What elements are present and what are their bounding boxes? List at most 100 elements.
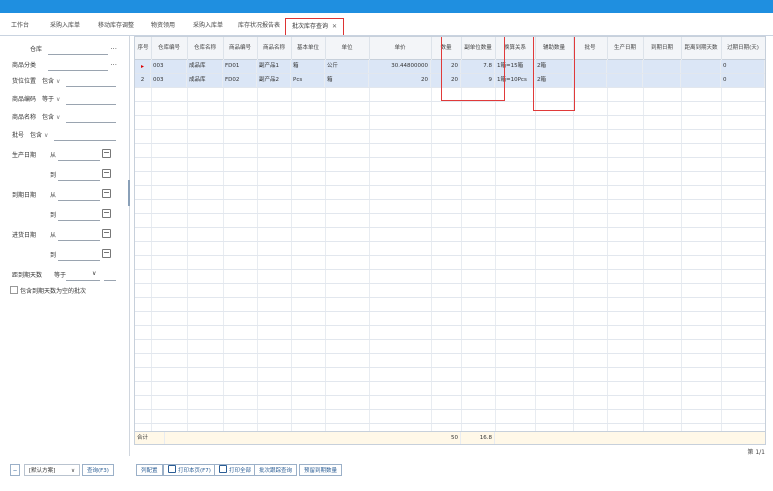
filter-warehouse: 仓库 ... — [0, 42, 129, 56]
column-header[interactable]: 单位 — [325, 37, 370, 59]
date-input[interactable] — [58, 200, 100, 201]
table-cell[interactable]: 20 — [369, 74, 431, 87]
column-header[interactable]: 商品编号 — [223, 37, 258, 59]
panel-splitter-handle[interactable] — [128, 180, 130, 206]
batch-input[interactable] — [54, 140, 116, 141]
filter-include-empty: 包含到期天数为空的批次 — [0, 284, 129, 298]
query-button[interactable]: 查询(F3) — [82, 464, 114, 476]
date-input[interactable] — [58, 240, 100, 241]
from-label: 从 — [50, 192, 57, 199]
tab-batch-stock-query[interactable]: 批次库存查询 ✕ — [285, 18, 345, 35]
scheme-select[interactable]: [默认方案] ∨ — [24, 464, 80, 476]
table-cell[interactable] — [573, 60, 607, 73]
calendar-icon[interactable] — [102, 209, 111, 218]
chevron-down-icon: ∨ — [56, 96, 61, 103]
table-cell[interactable]: FD01 — [223, 60, 257, 73]
collapse-button[interactable]: − — [10, 464, 20, 476]
table-cell[interactable]: 成品库 — [187, 60, 223, 73]
column-header[interactable]: 单价 — [369, 37, 432, 59]
product-code-input[interactable] — [66, 104, 116, 105]
include-empty-checkbox[interactable] — [10, 286, 18, 294]
tab-stock-report[interactable]: 库存状况报告表 — [238, 18, 280, 34]
tab-purchase-inbound[interactable]: 采购入库单 — [50, 18, 80, 34]
operator-select[interactable]: 包含 ∨ — [30, 130, 48, 139]
calendar-icon[interactable] — [102, 169, 111, 178]
table-cell[interactable]: 副产品1 — [257, 60, 291, 73]
table-cell[interactable]: 箱 — [325, 74, 369, 87]
days-value-input[interactable] — [104, 280, 116, 281]
calendar-icon[interactable] — [102, 149, 111, 158]
table-cell[interactable]: 003 — [151, 60, 187, 73]
table-cell[interactable]: 成品库 — [187, 74, 223, 87]
date-input[interactable] — [58, 180, 100, 181]
table-cell[interactable]: 30.44800000 — [369, 60, 431, 73]
table-cell[interactable] — [643, 74, 681, 87]
product-name-input[interactable] — [66, 122, 116, 123]
filter-expiry-to: 到 — [0, 208, 129, 222]
table-cell[interactable] — [573, 74, 607, 87]
chevron-down-icon: ∨ — [56, 78, 61, 85]
calendar-icon[interactable] — [102, 229, 111, 238]
filter-location: 货位位置 包含 ∨ — [0, 74, 129, 88]
operator-select[interactable]: 包含 ∨ — [42, 76, 60, 85]
checkbox-label: 包含到期天数为空的批次 — [20, 288, 87, 295]
reserve-qty-button[interactable]: 预留到期数量 — [299, 464, 343, 476]
filter-remaining-days: 距到期天数 等于 ∨ — [0, 268, 129, 282]
column-header[interactable]: 商品名称 — [257, 37, 292, 59]
column-header[interactable]: 仓库名称 — [187, 37, 224, 59]
table-cell[interactable]: 003 — [151, 74, 187, 87]
tab-purchase-inbound-2[interactable]: 采购入库单 — [193, 18, 223, 34]
print-all-button[interactable]: 打印全部 — [214, 464, 257, 476]
days-input[interactable] — [66, 280, 100, 281]
table-cell[interactable] — [681, 74, 721, 87]
filter-production-date-from: 生产日期 从 — [0, 148, 129, 162]
close-icon[interactable]: ✕ — [332, 23, 337, 30]
filter-production-date-to: 到 — [0, 168, 129, 182]
filter-product-name: 商品名称 包含 ∨ — [0, 110, 129, 124]
tab-workbench[interactable]: 工作台 — [11, 18, 29, 34]
table-cell[interactable] — [681, 60, 721, 73]
date-input[interactable] — [58, 160, 100, 161]
batch-trace-button[interactable]: 批次跟踪查询 — [254, 464, 298, 476]
column-config-button[interactable]: 列配置 — [136, 464, 163, 476]
column-header[interactable]: 生产日期 — [607, 37, 644, 59]
date-input[interactable] — [58, 260, 100, 261]
operator-select[interactable]: 等于 — [54, 270, 66, 279]
table-cell[interactable] — [607, 60, 643, 73]
lookup-icon[interactable]: ... — [110, 43, 117, 51]
operator-select[interactable]: 等于 ∨ — [42, 94, 60, 103]
tab-stock-adjust[interactable]: 移动库存调整 — [98, 18, 134, 34]
table-cell[interactable]: 0 — [721, 74, 765, 87]
table-cell[interactable]: 副产品2 — [257, 74, 291, 87]
print-page-button[interactable]: 打印本页(F7) — [163, 464, 216, 476]
column-header[interactable]: 批号 — [573, 37, 608, 59]
column-header[interactable]: 距离到期天数 — [681, 37, 722, 59]
chevron-down-icon: ∨ — [56, 114, 61, 121]
lookup-icon[interactable]: ... — [110, 59, 117, 67]
operator-select[interactable]: 包含 ∨ — [42, 112, 60, 121]
table-cell[interactable]: 箱 — [291, 60, 325, 73]
table-cell[interactable]: Pcs — [291, 74, 325, 87]
filter-label: 距到期天数 — [12, 272, 43, 279]
warehouse-input[interactable] — [48, 54, 108, 55]
column-header[interactable]: 过期日期(天) — [721, 37, 765, 59]
table-cell[interactable] — [643, 60, 681, 73]
date-input[interactable] — [58, 220, 100, 221]
column-header[interactable]: 仓库编号 — [151, 37, 188, 59]
table-cell[interactable]: FD02 — [223, 74, 257, 87]
column-header[interactable]: 序号 — [135, 37, 152, 59]
column-header[interactable]: 基本单位 — [291, 37, 326, 59]
chevron-down-icon[interactable]: ∨ — [92, 270, 96, 277]
table-cell[interactable] — [607, 74, 643, 87]
sum-qty: 50 — [431, 432, 461, 444]
location-input[interactable] — [66, 86, 116, 87]
column-header[interactable]: 到期日期 — [643, 37, 682, 59]
calendar-icon[interactable] — [102, 189, 111, 198]
tab-material-use[interactable]: 物资领用 — [151, 18, 175, 34]
calendar-icon[interactable] — [102, 249, 111, 258]
table-cell[interactable]: 0 — [721, 60, 765, 73]
table-cell[interactable]: 公斤 — [325, 60, 369, 73]
sum-label: 合计 — [135, 432, 165, 444]
category-input[interactable] — [48, 70, 108, 71]
page-indicator: 第 1/1 — [747, 449, 765, 456]
